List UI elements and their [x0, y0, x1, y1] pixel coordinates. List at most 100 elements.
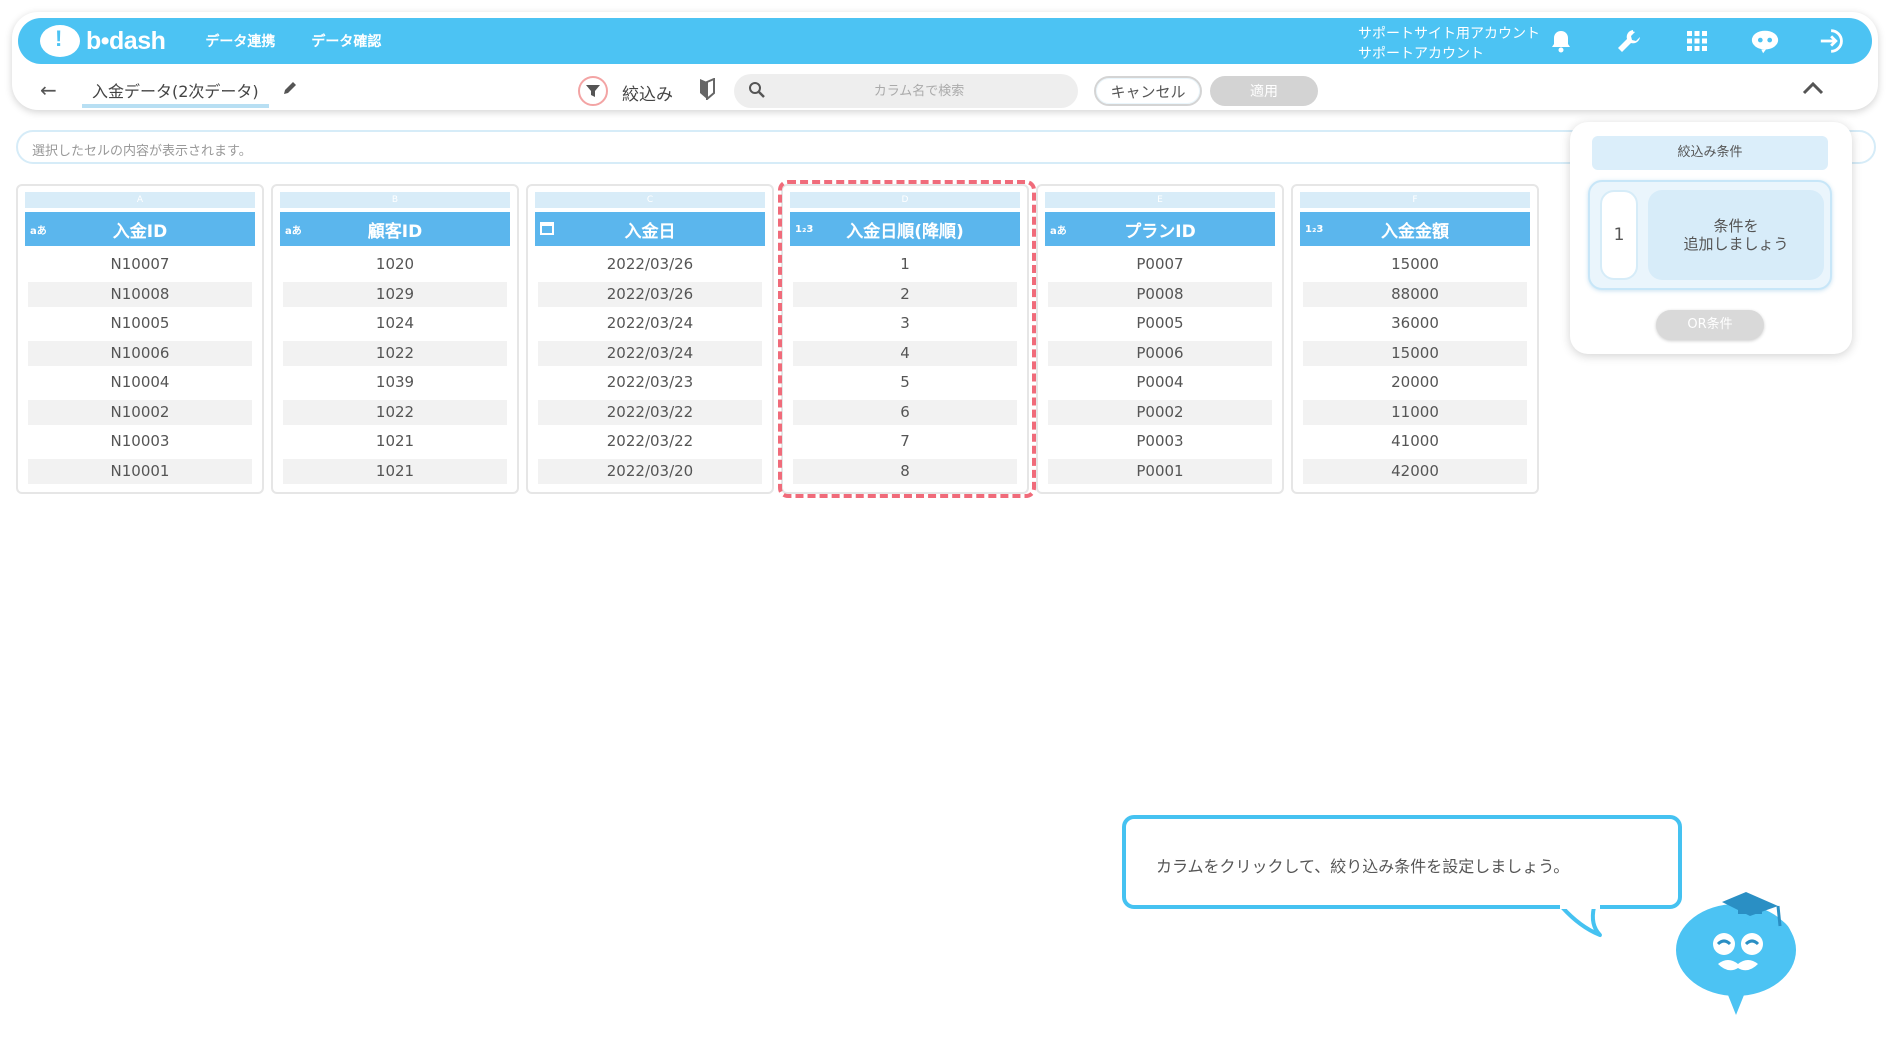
table-cell[interactable]: P0007	[1048, 252, 1272, 277]
table-cell[interactable]: 2022/03/26	[538, 252, 762, 277]
table-cell[interactable]: 3	[793, 311, 1017, 336]
top-bar: b•dash データ連携 データ確認 サポートサイト用アカウント サポートアカウ…	[12, 12, 1878, 110]
table-cell[interactable]: 2022/03/24	[538, 340, 762, 366]
table-cell[interactable]: 6	[793, 399, 1017, 425]
column-rows: P0007 P0008 P0005 P0006 P0004 P0002 P0003 P0001	[1045, 252, 1275, 484]
table-column[interactable]: C 入金日 2022/03/26 2022/03/26 2022/03/24 2022/0…	[526, 184, 774, 494]
column-name: 入金日順(降順)	[846, 221, 964, 242]
table-cell[interactable]: 4	[793, 340, 1017, 366]
text-type-icon: aあ	[30, 225, 47, 237]
table-cell[interactable]: N10005	[28, 311, 252, 336]
table-cell[interactable]: 8	[793, 458, 1017, 484]
chat-robot-icon[interactable]	[1750, 24, 1780, 58]
table-cell[interactable]: 41000	[1303, 429, 1527, 454]
column-header[interactable]: 1₂3 入金日順(降順)	[790, 212, 1020, 246]
table-cell[interactable]: N10006	[28, 340, 252, 366]
page-title[interactable]: 入金データ(2次データ)	[82, 78, 269, 108]
table-cell[interactable]: N10007	[28, 252, 252, 277]
column-name: 入金日	[624, 221, 676, 242]
table-cell[interactable]: 1020	[283, 252, 507, 277]
column-header[interactable]: aあ 顧客ID	[280, 212, 510, 246]
table-column[interactable]: Baあ 顧客ID 1020 1029 1024 1022 1039 1022 1021 1021	[271, 184, 519, 494]
toolbar: ← 入金データ(2次データ) 絞込み キャンセル 適用	[12, 74, 1878, 110]
table-cell[interactable]: 1021	[283, 429, 507, 454]
table-cell[interactable]: 5	[793, 370, 1017, 395]
account-info[interactable]: サポートサイト用アカウント サポートアカウント	[1358, 24, 1540, 64]
filter-button[interactable]	[578, 76, 608, 106]
table-cell[interactable]: P0003	[1048, 429, 1272, 454]
table-cell[interactable]: 42000	[1303, 458, 1527, 484]
table-cell[interactable]: 11000	[1303, 399, 1527, 425]
table-cell[interactable]: 1024	[283, 311, 507, 336]
table-cell[interactable]: 7	[793, 429, 1017, 454]
chevron-up-icon[interactable]	[1802, 80, 1824, 99]
table-column[interactable]: Eaあ プランID P0007 P0008 P0005 P0006 P0004 P0002 P0…	[1036, 184, 1284, 494]
table-cell[interactable]: 2022/03/23	[538, 370, 762, 395]
table-cell[interactable]: 2022/03/22	[538, 399, 762, 425]
table-cell[interactable]: P0002	[1048, 399, 1272, 425]
column-header[interactable]: aあ 入金ID	[25, 212, 255, 246]
column-name: 入金金額	[1381, 221, 1449, 242]
table-cell[interactable]: N10008	[28, 281, 252, 307]
table-column[interactable]: Aaあ 入金ID N10007 N10008 N10005 N10006 N10004 N10…	[16, 184, 264, 494]
table-cell[interactable]: P0008	[1048, 281, 1272, 307]
condition-number: 1	[1600, 190, 1638, 280]
mascot-icon	[1676, 892, 1796, 1015]
table-cell[interactable]: 2022/03/22	[538, 429, 762, 454]
table-cell[interactable]: 1	[793, 252, 1017, 277]
logo[interactable]: b•dash	[40, 25, 166, 57]
column-search-input[interactable]	[774, 74, 1064, 108]
column-rows: 2022/03/26 2022/03/26 2022/03/24 2022/03/24…	[535, 252, 765, 484]
column-header[interactable]: aあ プランID	[1045, 212, 1275, 246]
grid-icon[interactable]	[1682, 24, 1712, 58]
table-cell[interactable]: P0006	[1048, 340, 1272, 366]
column-header[interactable]: 入金日	[535, 212, 765, 246]
nav-item-data-check[interactable]: データ確認	[311, 31, 381, 51]
table-column[interactable]: D 1₂3 入金日順(降順) 1 2 3 4 5 6 7 8	[781, 184, 1029, 494]
nav-icons	[1546, 24, 1848, 58]
table-cell[interactable]: N10004	[28, 370, 252, 395]
table-cell[interactable]: 2022/03/24	[538, 311, 762, 336]
apply-button[interactable]: 適用	[1210, 76, 1318, 106]
table-cell[interactable]: 1039	[283, 370, 507, 395]
table-cell[interactable]: N10002	[28, 399, 252, 425]
table-cell[interactable]: 88000	[1303, 281, 1527, 307]
condition-drop-area[interactable]: 条件を 追加しましょう	[1648, 190, 1824, 280]
table-cell[interactable]: 15000	[1303, 340, 1527, 366]
cancel-button[interactable]: キャンセル	[1094, 76, 1202, 106]
beginner-mark-icon[interactable]	[698, 77, 716, 104]
table-cell[interactable]: 1029	[283, 281, 507, 307]
table-column[interactable]: F 1₂3 入金金額 15000 88000 36000 15000 20000 11000 41…	[1291, 184, 1539, 494]
table-cell[interactable]: P0001	[1048, 458, 1272, 484]
table-cell[interactable]: 36000	[1303, 311, 1527, 336]
logout-icon[interactable]	[1818, 24, 1848, 58]
search-icon	[748, 81, 766, 103]
column-header[interactable]: 1₂3 入金金額	[1300, 212, 1530, 246]
column-letter: F	[1300, 192, 1530, 208]
table-cell[interactable]: 2022/03/26	[538, 281, 762, 307]
back-arrow-icon[interactable]: ←	[40, 78, 57, 102]
tutorial-text: カラムをクリックして、絞り込み条件を設定しましょう。	[1156, 857, 1570, 876]
table-cell[interactable]: N10003	[28, 429, 252, 454]
table-cell[interactable]: P0004	[1048, 370, 1272, 395]
table-cell[interactable]: 2022/03/20	[538, 458, 762, 484]
column-name: 入金ID	[112, 221, 168, 242]
column-letter: A	[25, 192, 255, 208]
table-cell[interactable]: 20000	[1303, 370, 1527, 395]
table-cell[interactable]: 2	[793, 281, 1017, 307]
wrench-icon[interactable]	[1614, 24, 1644, 58]
table-cell[interactable]: 1022	[283, 340, 507, 366]
pencil-icon[interactable]	[282, 80, 298, 100]
filter-label: 絞込み	[622, 85, 673, 105]
table-cell[interactable]: 1021	[283, 458, 507, 484]
table-cell[interactable]: 15000	[1303, 252, 1527, 277]
number-type-icon: 1₂3	[795, 223, 814, 235]
or-condition-button[interactable]: OR条件	[1656, 310, 1764, 340]
calendar-icon	[540, 221, 554, 238]
text-type-icon: aあ	[285, 225, 302, 237]
table-cell[interactable]: P0005	[1048, 311, 1272, 336]
table-cell[interactable]: N10001	[28, 458, 252, 484]
table-cell[interactable]: 1022	[283, 399, 507, 425]
bell-icon[interactable]	[1546, 24, 1576, 58]
nav-item-data-link[interactable]: データ連携	[205, 31, 275, 51]
